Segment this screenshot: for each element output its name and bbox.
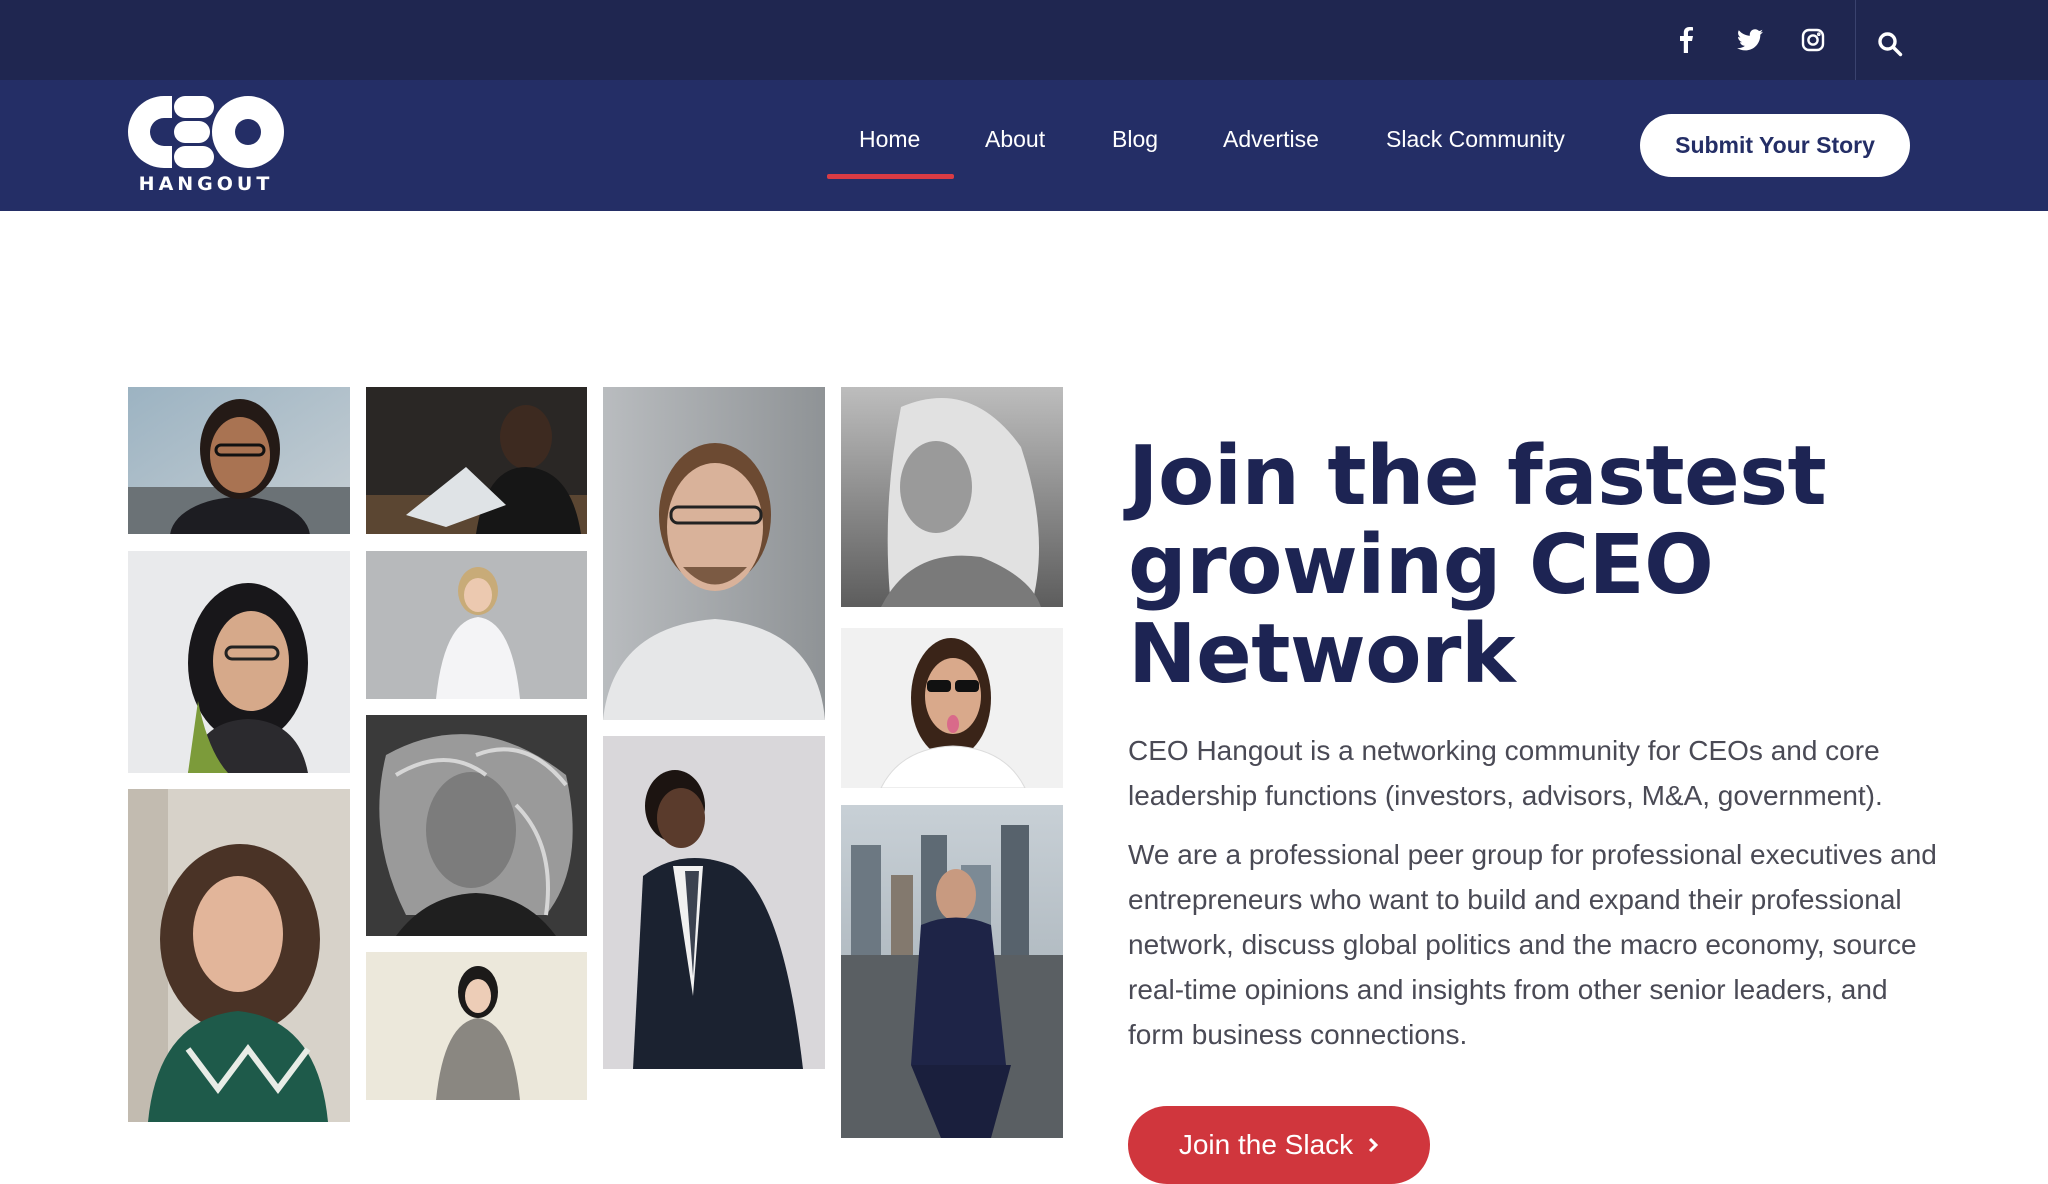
- portrait-photo: [366, 952, 587, 1100]
- portrait-photo: [366, 715, 587, 936]
- nav-slack-community[interactable]: Slack Community: [1386, 126, 1565, 153]
- topbar-divider: [1855, 0, 1856, 80]
- twitter-icon[interactable]: [1726, 0, 1774, 80]
- hero-description-paragraph: We are a professional peer group for pro…: [1128, 839, 1937, 1050]
- portrait-photo: [841, 387, 1063, 607]
- hero-intro-paragraph: CEO Hangout is a networking community fo…: [1128, 735, 1883, 811]
- logo-subtitle: HANGOUT: [138, 173, 274, 195]
- portrait-photo: [603, 387, 825, 720]
- search-icon[interactable]: [1866, 4, 1914, 84]
- portrait-photo: [603, 736, 825, 1069]
- ceo-hangout-logo[interactable]: HANGOUT: [128, 94, 284, 198]
- nav-advertise[interactable]: Advertise: [1223, 126, 1319, 153]
- top-utility-bar: [0, 0, 2048, 80]
- portrait-photo: [128, 387, 350, 534]
- active-nav-indicator: [827, 174, 954, 179]
- instagram-icon[interactable]: [1789, 0, 1837, 80]
- join-slack-button[interactable]: Join the Slack: [1128, 1106, 1430, 1184]
- chevron-right-icon: [1369, 1137, 1379, 1153]
- portrait-photo: [366, 551, 587, 699]
- portrait-photo: [128, 789, 350, 1122]
- nav-blog[interactable]: Blog: [1112, 126, 1158, 153]
- main-navbar: HANGOUT Home About Blog Advertise Slack …: [0, 80, 2048, 211]
- facebook-icon[interactable]: [1662, 0, 1710, 80]
- hero-headline: Join the fastest growing CEO Network: [1128, 429, 1827, 702]
- nav-about[interactable]: About: [985, 126, 1045, 153]
- portrait-photo: [366, 387, 587, 534]
- nav-home[interactable]: Home: [859, 126, 920, 153]
- logo-wordmark-icon: [128, 96, 284, 168]
- portrait-photo: [841, 628, 1063, 788]
- join-slack-label: Join the Slack: [1178, 1129, 1354, 1160]
- portrait-photo: [128, 551, 350, 773]
- portrait-photo: [841, 805, 1063, 1138]
- submit-your-story-button[interactable]: Submit Your Story: [1640, 114, 1910, 177]
